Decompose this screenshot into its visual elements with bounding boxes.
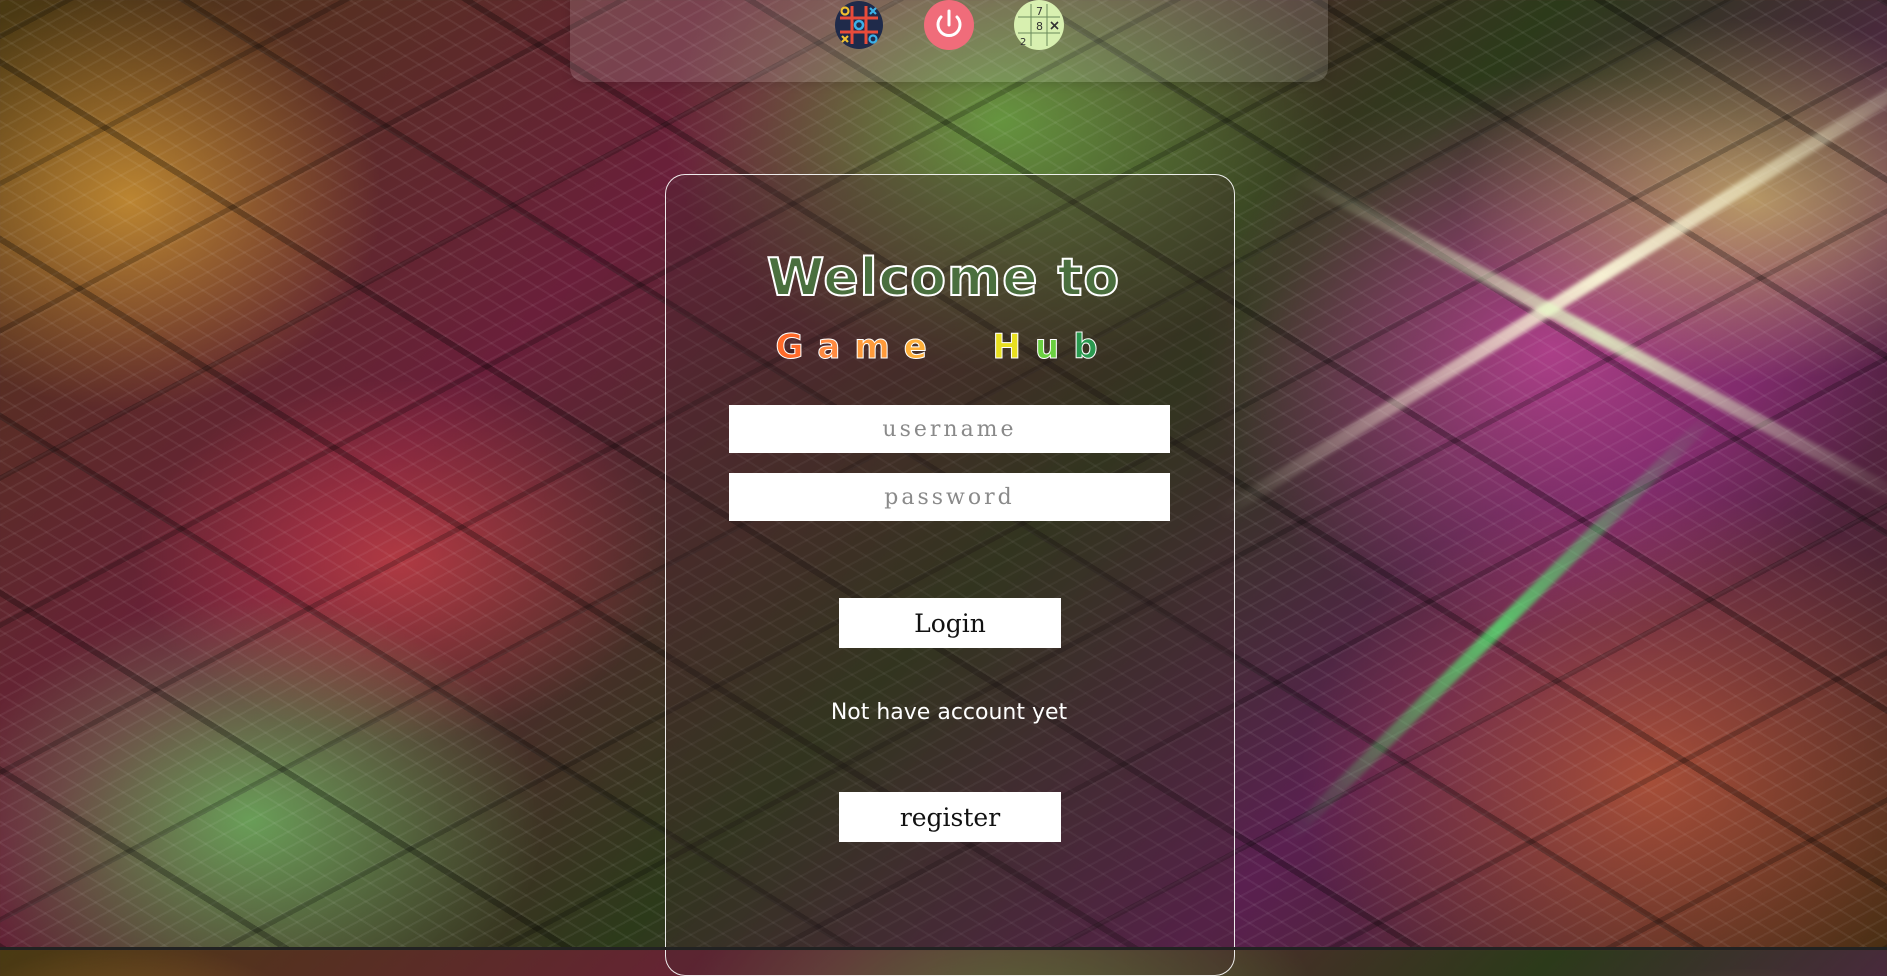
brand-letter: G [775,327,818,368]
no-account-note: Not have account yet [830,700,1068,725]
brand-letter: e [903,327,941,368]
sudoku-digit: 8 [1036,20,1043,33]
tic-tac-toe-icon[interactable] [834,0,884,50]
brand-title: Game Hub [0,324,1887,370]
sudoku-icon[interactable]: 7 8 2 [1014,0,1064,50]
welcome-heading: Welcome to [766,247,1121,309]
password-input[interactable] [729,473,1170,521]
brand-letter: m [854,327,904,368]
sudoku-digit: 2 [1020,37,1026,48]
top-navigation-bar: 7 8 2 [570,0,1328,82]
brand-letter: b [1073,327,1112,368]
sudoku-digit: 7 [1036,5,1043,18]
game-icon-row: 7 8 2 [570,0,1328,50]
brand-letter [941,324,993,370]
login-button[interactable]: Login [839,598,1061,648]
brand-letter: u [1034,327,1074,368]
brand-letter: a [817,327,855,368]
username-input[interactable] [729,405,1170,453]
brand-letter: H [992,327,1035,368]
register-button[interactable]: register [839,792,1061,842]
background-light-streak [1282,409,1718,845]
power-icon[interactable] [924,0,974,50]
